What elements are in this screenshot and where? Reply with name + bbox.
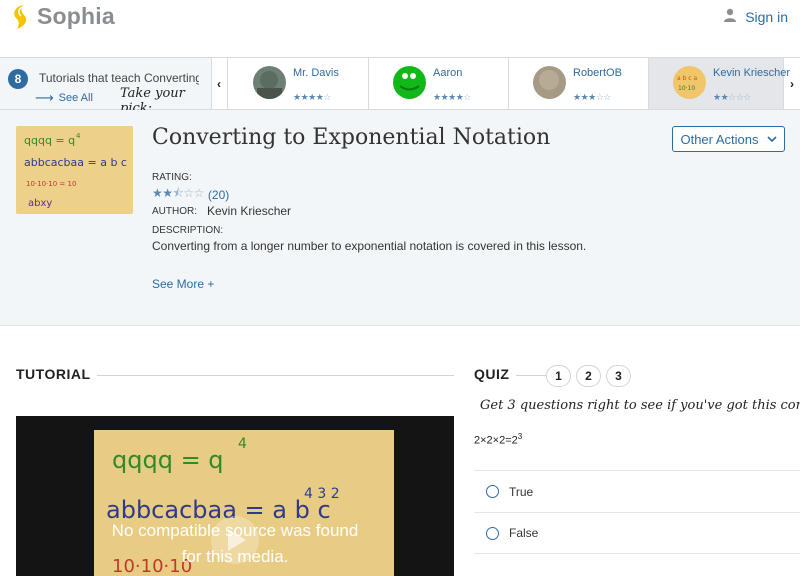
rating-label: RATING: <box>152 172 192 183</box>
chevron-left-icon: ‹ <box>217 77 221 91</box>
quiz-number-2[interactable]: 2 <box>576 365 601 387</box>
chevron-right-icon: › <box>790 77 794 91</box>
avatar: a b c a 10·10 <box>673 66 706 99</box>
chevron-down-icon <box>767 134 777 145</box>
svg-text:abxy: abxy <box>28 198 52 209</box>
arrow-right-icon: ⟶ <box>35 90 54 106</box>
other-actions-label: Other Actions <box>680 132 758 147</box>
see-more-link[interactable]: See More + <box>152 277 214 291</box>
svg-text:qqqq = q: qqqq = q <box>112 446 224 474</box>
svg-text:10·10: 10·10 <box>678 85 695 92</box>
see-all-link[interactable]: ⟶ See All <box>35 90 93 106</box>
quiz-number-3[interactable]: 3 <box>606 365 631 387</box>
tutorials-bar: 8 Tutorials that teach Converting ⟶ See … <box>0 57 800 110</box>
avatar <box>533 66 566 99</box>
divider <box>97 375 454 376</box>
carousel-prev-button[interactable]: ‹ <box>211 58 228 109</box>
author-card-robertob[interactable]: RobertOB ★★★☆☆ <box>509 58 649 109</box>
svg-text:4: 4 <box>238 436 247 452</box>
option-label: False <box>509 526 538 540</box>
description-label: DESCRIPTION: <box>152 225 223 236</box>
tutorials-text: Tutorials that teach Converting <box>39 71 199 85</box>
video-error-line-1: No compatible source was found <box>16 518 454 544</box>
svg-text:4 3 2: 4 3 2 <box>304 486 340 502</box>
lesson-info: qqqq = q 4 abbcacbaa = a b c 10·10·10 = … <box>0 110 800 326</box>
option-label: True <box>509 485 533 499</box>
svg-text:abbcacbaa = a b c: abbcacbaa = a b c <box>24 156 127 169</box>
user-icon <box>723 8 737 25</box>
video-error-message: No compatible source was found for this … <box>16 518 454 570</box>
quiz-instruction: Get 3 questions right to see if you've g… <box>480 398 800 413</box>
sign-in-label: Sign in <box>745 9 788 25</box>
lesson-description: Converting from a longer number to expon… <box>152 239 586 253</box>
lesson-rating: ★★⯪☆☆ (20) <box>152 184 229 205</box>
sophia-logo-icon <box>10 4 32 30</box>
quiz-option-true[interactable]: True <box>474 470 800 512</box>
brand-name: Sophia <box>37 3 115 30</box>
sign-in-link[interactable]: Sign in <box>723 8 788 25</box>
sophia-logo[interactable]: Sophia <box>10 3 115 30</box>
quiz-question-numbers: 1 2 3 <box>546 365 636 387</box>
tutorial-heading: TUTORIAL <box>16 366 91 382</box>
star-rating: ★★★★☆ <box>293 92 331 103</box>
rating-count[interactable]: (20) <box>208 188 229 202</box>
question-exponent: 3 <box>518 432 522 441</box>
tutorial-count-badge: 8 <box>8 69 28 89</box>
question-base: 2×2×2=2 <box>474 435 518 447</box>
see-all-label: See All <box>59 92 93 104</box>
author-card-aaron[interactable]: Aaron ★★★★☆ <box>369 58 509 109</box>
quiz-option-false[interactable]: False <box>474 512 800 554</box>
star-rating: ★★★★☆ <box>433 92 471 103</box>
author-name: Mr. Davis <box>293 67 339 79</box>
author-name[interactable]: Kevin Kriescher <box>207 204 291 218</box>
star-rating: ★★⯪☆☆ <box>152 184 204 205</box>
video-player[interactable]: qqqq = q 4 abbcacbaa = a b c 4 3 2 10·10… <box>16 416 454 576</box>
radio-button[interactable] <box>486 485 499 498</box>
lesson-thumbnail[interactable]: qqqq = q 4 abbcacbaa = a b c 10·10·10 = … <box>16 126 133 214</box>
svg-text:a b c a: a b c a <box>677 75 698 82</box>
author-name: RobertOB <box>573 67 622 79</box>
video-error-line-2: for this media. <box>16 544 454 570</box>
radio-button[interactable] <box>486 527 499 540</box>
avatar <box>253 66 286 99</box>
star-rating: ★★★☆☆ <box>573 92 611 103</box>
quiz-heading: QUIZ <box>474 366 509 382</box>
author-name: Aaron <box>433 67 462 79</box>
svg-text:4: 4 <box>76 132 81 140</box>
site-header: Sophia Sign in <box>0 0 800 57</box>
lesson-title: Converting to Exponential Notation <box>152 125 550 150</box>
tutorials-summary: 8 Tutorials that teach Converting ⟶ See … <box>0 58 212 109</box>
quiz-number-1[interactable]: 1 <box>546 365 571 387</box>
svg-text:10·10·10 = 10: 10·10·10 = 10 <box>26 180 76 188</box>
other-actions-button[interactable]: Other Actions <box>672 126 785 152</box>
author-name: Kevin Kriescher <box>713 67 790 79</box>
author-card-mr-davis[interactable]: Mr. Davis ★★★★☆ <box>229 58 369 109</box>
quiz-question: 2×2×2=23 <box>474 432 522 447</box>
author-label: AUTHOR: <box>152 206 197 217</box>
divider <box>516 375 546 376</box>
star-rating: ★★☆☆☆ <box>713 92 751 103</box>
author-card-kevin-kriescher[interactable]: a b c a10·10 Kevin Kriescher ★★☆☆☆ <box>649 58 784 109</box>
carousel-next-button[interactable]: › <box>784 58 800 109</box>
svg-text:qqqq = q: qqqq = q <box>24 134 75 147</box>
avatar <box>393 66 426 99</box>
